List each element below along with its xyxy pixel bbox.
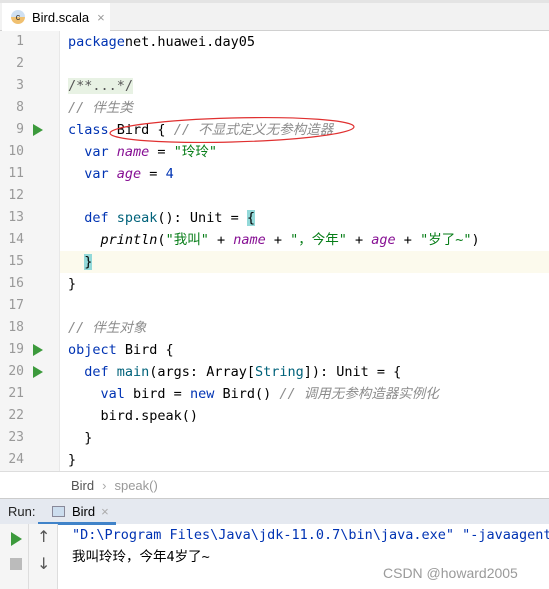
run-label: Run:: [8, 504, 36, 519]
run-tab-title: Bird: [72, 504, 96, 519]
breadcrumb-item-bird[interactable]: Bird: [71, 478, 94, 493]
breadcrumb-item-speak[interactable]: speak(): [114, 478, 157, 493]
console-output-line: 我叫玲玲，今年4岁了~: [72, 549, 210, 565]
arrow-up-icon[interactable]: ↑: [37, 527, 50, 546]
breadcrumb-separator: ›: [102, 478, 107, 493]
run-tab-bird[interactable]: Bird ×: [38, 499, 116, 525]
console-command-line: "D:\Program Files\Java\jdk-11.0.7\bin\ja…: [72, 527, 549, 543]
rerun-icon[interactable]: [11, 532, 22, 546]
run-tool-window-header: Run: Bird ×: [0, 498, 549, 525]
console-icon: [52, 506, 65, 517]
watermark: CSDN @howard2005: [383, 565, 518, 581]
close-icon[interactable]: ×: [101, 504, 109, 519]
breadcrumb: Bird › speak(): [0, 471, 549, 498]
run-toolbar: ↑ ↓: [0, 524, 58, 589]
arrow-down-icon[interactable]: ↓: [37, 554, 50, 573]
stop-icon[interactable]: [10, 558, 22, 570]
